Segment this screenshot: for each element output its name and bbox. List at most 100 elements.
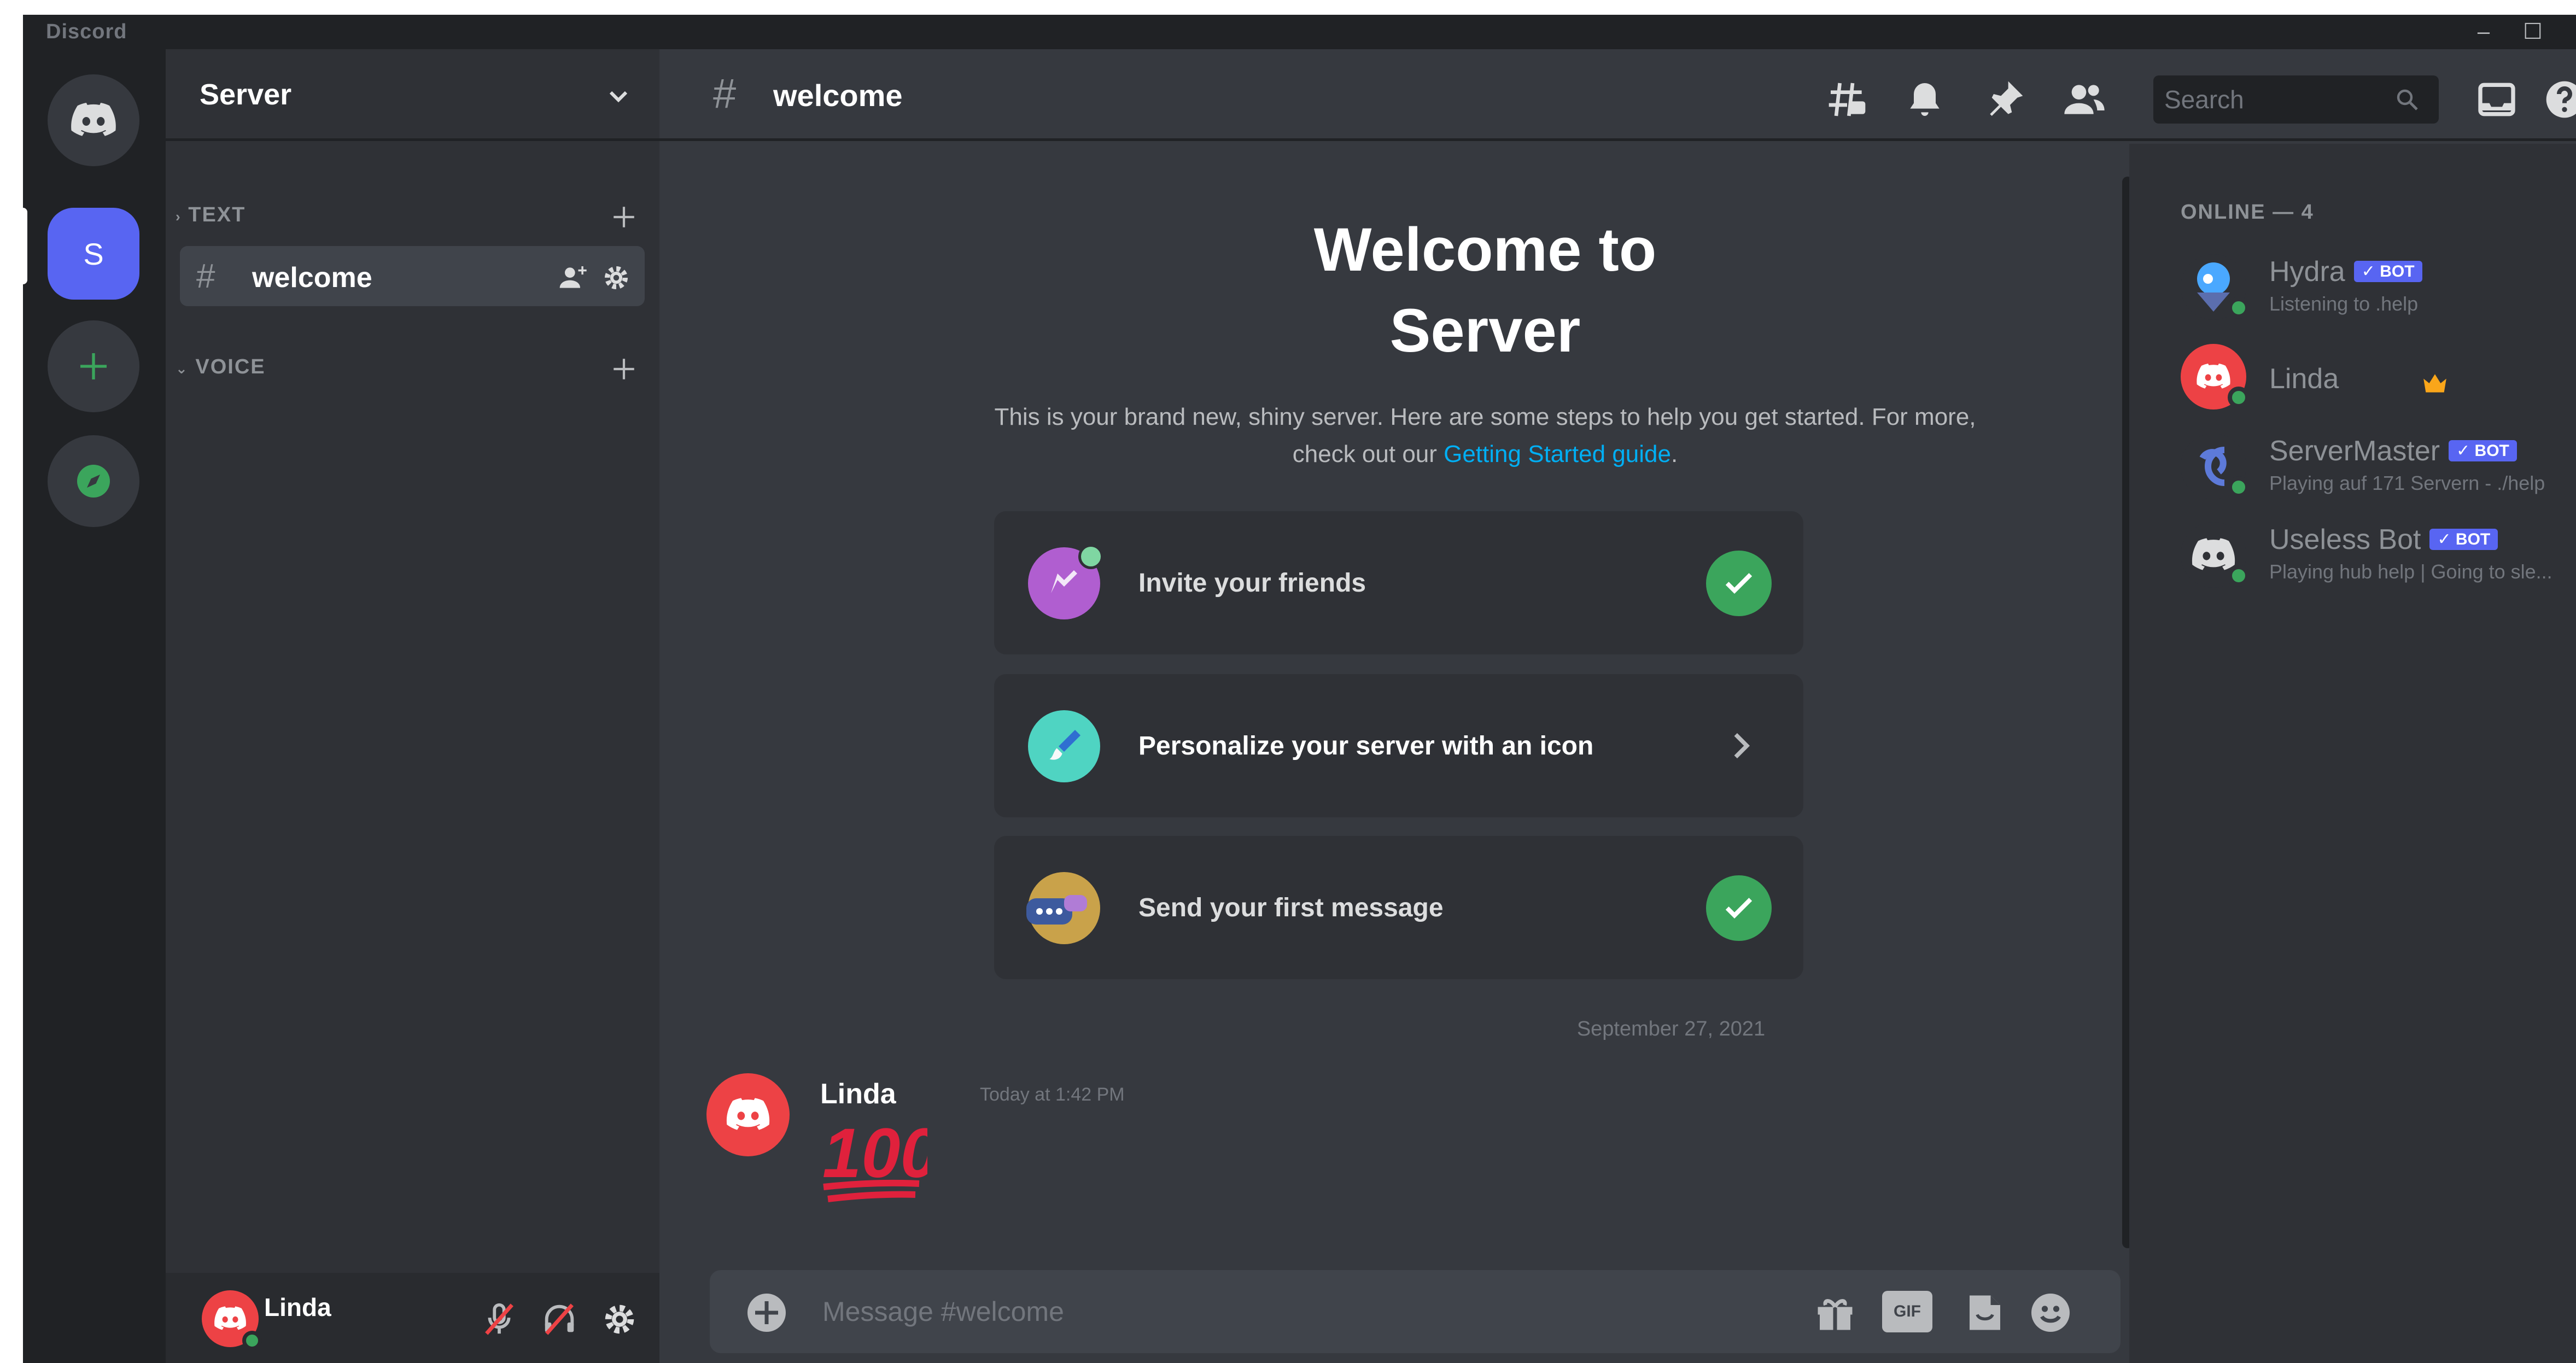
chat-area: Welcome to Server This is your brand new… (659, 144, 2133, 1363)
step-label: Send your first message (1138, 893, 1444, 922)
step-invite-friends[interactable]: Invite your friends (994, 511, 1803, 654)
invite-friends-icon (1028, 544, 1103, 619)
server-rail: S (23, 49, 166, 1363)
user-settings-gear-icon[interactable] (600, 1300, 639, 1338)
title-bar: Discord – ☐ (23, 15, 2576, 49)
step-personalize-icon[interactable]: Personalize your server with an icon (994, 674, 1803, 817)
channel-title: welcome (773, 78, 903, 113)
bot-badge: ✓ BOT (2429, 529, 2498, 550)
search-input[interactable] (2164, 75, 2394, 124)
member-list: ONLINE — 4 Hydra ✓ BOT Listening to .help… (2129, 144, 2576, 1363)
channel-item-welcome[interactable]: # welcome (180, 246, 645, 306)
message-composer: GIF (710, 1270, 2121, 1353)
user-avatar[interactable] (202, 1290, 262, 1350)
app-title: Discord (46, 20, 127, 43)
create-channel-icon[interactable] (610, 203, 638, 231)
getting-started-link[interactable]: Getting Started guide (1444, 441, 1671, 467)
member-group-header: ONLINE — 4 (2181, 201, 2314, 224)
member-item[interactable]: Hydra ✓ BOT Listening to .help (2181, 248, 2574, 324)
create-voice-channel-icon[interactable] (610, 355, 638, 383)
online-status-dot (2228, 297, 2250, 319)
welcome-title: Welcome to Server (1313, 215, 1657, 365)
server-header[interactable]: Server (166, 49, 659, 141)
mute-microphone-icon[interactable] (480, 1300, 518, 1338)
deafen-headphones-icon[interactable] (540, 1300, 579, 1338)
server-initial: S (83, 236, 104, 271)
emoji-smiley-icon[interactable] (2028, 1290, 2073, 1336)
member-list-icon[interactable] (2063, 78, 2106, 121)
channel-sidebar: Server › TEXT # welcome ⌄ VOICE Linda (166, 49, 659, 1363)
chevron-down-icon (609, 91, 628, 103)
pin-icon[interactable] (1983, 78, 2026, 121)
inbox-icon[interactable] (2475, 78, 2519, 121)
checkmark-icon (1706, 551, 1772, 616)
message-input[interactable] (822, 1270, 1752, 1353)
member-activity: Playing auf 171 Servern - ./help (2269, 472, 2545, 494)
member-item[interactable]: Useless Bot ✓ BOT Playing hub help | Goin… (2181, 516, 2574, 592)
category-label: VOICE (195, 355, 266, 378)
add-member-icon[interactable] (557, 262, 588, 293)
sticker-icon[interactable] (1962, 1290, 2008, 1336)
hashtag-icon: # (196, 258, 215, 295)
member-name: Hydra ✓ BOT (2269, 255, 2422, 288)
crown-icon (2423, 374, 2446, 393)
hundred-points-emoji-icon: 100 (822, 1114, 927, 1202)
gif-label: GIF (1894, 1302, 1921, 1320)
category-label: TEXT (188, 203, 246, 226)
discord-logo-icon (726, 1098, 770, 1130)
plus-icon (80, 353, 107, 379)
gif-button[interactable]: GIF (1882, 1291, 1932, 1332)
discord-window: Discord – ☐ S Server › TEXT # welcome ⌄ … (23, 15, 2576, 1363)
online-status-dot (242, 1331, 262, 1350)
online-status-dot (2228, 387, 2250, 408)
server-name: Server (200, 78, 292, 111)
welcome-description: This is your brand new, shiny server. He… (994, 403, 1976, 467)
message-avatar[interactable] (706, 1073, 790, 1156)
date-separator: September 27, 2021 (1576, 1017, 1766, 1040)
search-box[interactable] (2153, 75, 2439, 124)
channel-header: # welcome (659, 49, 2576, 141)
bot-badge: ✓ BOT (2449, 440, 2517, 461)
member-name: Useless Bot ✓ BOT (2269, 523, 2498, 556)
explore-servers-button[interactable] (48, 435, 139, 527)
member-item[interactable]: Linda (2181, 337, 2574, 414)
message-author[interactable]: Linda (820, 1078, 896, 1110)
help-icon[interactable] (2543, 78, 2576, 121)
chevron-right-icon: › (176, 208, 182, 225)
selected-server-indicator (23, 208, 27, 284)
add-server-button[interactable] (48, 320, 139, 412)
category-voice[interactable]: ⌄ VOICE (176, 355, 266, 379)
step-label: Personalize your server with an icon (1138, 732, 1594, 761)
hashtag-icon: # (713, 71, 737, 117)
member-activity: Playing hub help | Going to sle... (2269, 560, 2552, 583)
paintbrush-icon (1028, 710, 1100, 782)
channel-name: welcome (252, 262, 372, 294)
search-icon (2397, 89, 2418, 110)
message-bubble-icon (1026, 872, 1100, 944)
add-attachment-icon[interactable] (744, 1290, 790, 1336)
chevron-down-icon: ⌄ (176, 360, 189, 377)
threads-icon[interactable] (1825, 78, 1869, 121)
online-status-dot (2228, 565, 2250, 587)
checkmark-icon (1706, 875, 1772, 941)
bot-badge: ✓ BOT (2353, 261, 2422, 282)
compass-icon (77, 465, 110, 498)
gift-icon[interactable] (1812, 1290, 1858, 1336)
member-item[interactable]: ServerMaster ✓ BOT Playing auf 171 Server… (2181, 427, 2574, 504)
server-icon[interactable]: S (48, 208, 139, 300)
username: Linda (264, 1293, 331, 1321)
online-status-dot (2228, 476, 2250, 498)
member-activity: Listening to .help (2269, 293, 2419, 315)
step-send-first-message[interactable]: Send your first message (994, 836, 1803, 979)
discord-logo-icon (214, 1306, 246, 1330)
member-name: ServerMaster ✓ BOT (2269, 435, 2517, 467)
member-name: Linda (2269, 363, 2339, 395)
discord-logo-icon (71, 103, 116, 136)
category-text[interactable]: › TEXT (176, 203, 246, 227)
notification-bell-icon[interactable] (1903, 78, 1947, 121)
maximize-button[interactable]: ☐ (2516, 18, 2549, 45)
minimize-button[interactable]: – (2467, 18, 2500, 45)
user-panel: Linda (166, 1273, 659, 1363)
home-button[interactable] (48, 74, 139, 166)
gear-icon[interactable] (601, 262, 632, 293)
